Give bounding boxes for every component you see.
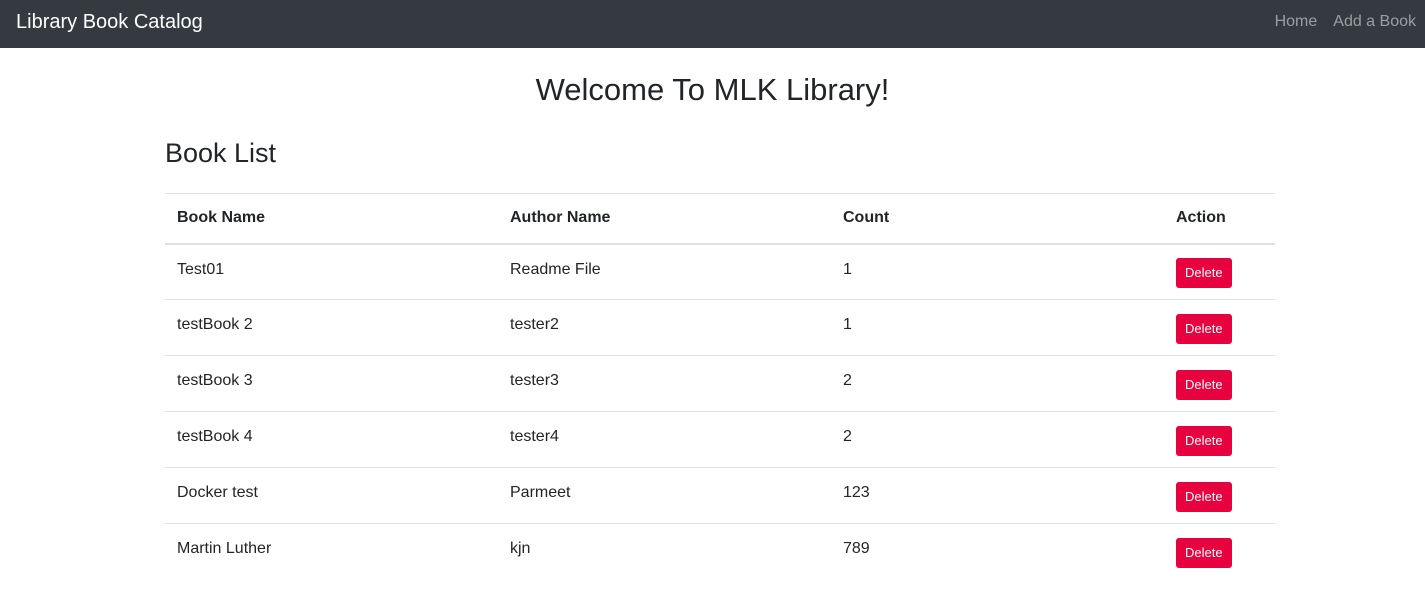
count-cell: 2 bbox=[843, 428, 852, 445]
nav-links: Home Add a Book bbox=[1275, 11, 1416, 33]
action-cell: Delete bbox=[1164, 244, 1275, 300]
count-cell: 123 bbox=[843, 484, 870, 501]
book-name-cell: Test01 bbox=[177, 260, 225, 278]
action-cell: Delete bbox=[1164, 468, 1275, 524]
book-name-cell: testBook 4 bbox=[177, 428, 253, 445]
action-cell: Delete bbox=[1164, 356, 1275, 412]
table-row: Test01 Readme File 1 Delete bbox=[165, 244, 1275, 300]
delete-button[interactable]: Delete bbox=[1176, 313, 1232, 344]
author-name-cell: kjn bbox=[510, 540, 531, 557]
table-row: Martin Luther kjn 789 Delete bbox=[165, 524, 1275, 580]
author-name-cell: tester3 bbox=[510, 372, 559, 389]
action-cell: Delete bbox=[1164, 524, 1275, 580]
column-header-action: Action bbox=[1176, 209, 1226, 227]
book-table-body: Test01 Readme File 1 Delete testBook 2 t… bbox=[165, 244, 1275, 580]
table-row: Docker test Parmeet 123 Delete bbox=[165, 468, 1275, 524]
book-list-section: Book List Book Name Author Name Count Ac… bbox=[165, 135, 1275, 580]
count-cell: 2 bbox=[843, 372, 852, 389]
action-cell: Delete bbox=[1164, 412, 1275, 468]
delete-button[interactable]: Delete bbox=[1176, 537, 1232, 568]
book-list-title: Book List bbox=[165, 138, 277, 168]
table-row: testBook 2 tester2 1 Delete bbox=[165, 300, 1275, 356]
book-name-cell: Docker test bbox=[177, 484, 258, 501]
brand-link[interactable]: Library Book Catalog bbox=[16, 10, 203, 34]
author-name-cell: Parmeet bbox=[510, 484, 571, 501]
column-header-count: Count bbox=[843, 209, 890, 227]
count-cell: 789 bbox=[843, 540, 870, 557]
book-name-cell: testBook 3 bbox=[177, 372, 253, 389]
column-header-book-name: Book Name bbox=[177, 209, 266, 227]
delete-button[interactable]: Delete bbox=[1176, 481, 1232, 512]
table-row: testBook 4 tester4 2 Delete bbox=[165, 412, 1275, 468]
navbar: Library Book Catalog Home Add a Book bbox=[0, 0, 1425, 48]
action-cell: Delete bbox=[1164, 300, 1275, 356]
table-row: testBook 3 tester3 2 Delete bbox=[165, 356, 1275, 412]
author-name-cell: Readme File bbox=[510, 260, 601, 278]
delete-button[interactable]: Delete bbox=[1176, 257, 1232, 288]
header-row: Book Name Author Name Count Action bbox=[165, 193, 1275, 244]
book-table-header: Book Name Author Name Count Action bbox=[165, 193, 1275, 244]
nav-link-home[interactable]: Home bbox=[1275, 11, 1318, 33]
book-name-cell: Martin Luther bbox=[177, 540, 272, 557]
author-name-cell: tester2 bbox=[510, 316, 559, 333]
welcome-heading: Welcome To MLK Library! bbox=[535, 72, 890, 107]
count-cell: 1 bbox=[843, 260, 852, 278]
delete-button[interactable]: Delete bbox=[1176, 369, 1232, 400]
nav-link-add-book[interactable]: Add a Book bbox=[1333, 11, 1416, 33]
count-cell: 1 bbox=[843, 316, 852, 333]
author-name-cell: tester4 bbox=[510, 428, 559, 445]
book-table: Book Name Author Name Count Action Test0… bbox=[165, 193, 1275, 580]
column-header-author-name: Author Name bbox=[510, 209, 611, 227]
delete-button[interactable]: Delete bbox=[1176, 425, 1232, 456]
book-name-cell: testBook 2 bbox=[177, 316, 253, 333]
